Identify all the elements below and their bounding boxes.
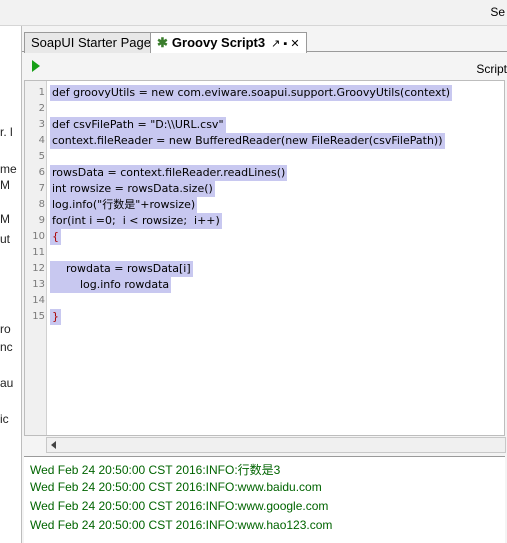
- code-line: 10{: [32, 229, 61, 245]
- tab-controls[interactable]: ↗ ▪ ✕: [271, 38, 299, 50]
- code-text: log.info rowdata: [50, 277, 172, 293]
- editor-tab-bar: SoapUI Starter Page ✱ Groovy Script3 ↗ ▪ ✕: [22, 28, 507, 54]
- code-line: 5: [38, 151, 45, 162]
- navigator-panel: r. l me M M ut ro nc au ic: [0, 26, 22, 543]
- code-line: 13 log.info rowdata: [32, 277, 172, 293]
- code-text: for(int i =0; i < rowsize; i++): [50, 213, 222, 229]
- menu-item-se[interactable]: Se: [490, 5, 505, 19]
- navigator-fragment: au: [0, 376, 14, 390]
- code-line: 7 int rowsize = rowsData.size(): [38, 181, 215, 197]
- navigator-fragment: r. l: [0, 125, 13, 139]
- code-line: 8 log.info("行数是"+rowsize): [38, 197, 198, 213]
- code-text: context.fileReader = new BufferedReader(…: [50, 133, 445, 149]
- code-line: 11: [32, 247, 45, 258]
- navigator-fragment: me: [0, 162, 17, 176]
- scroll-left-icon[interactable]: [51, 441, 56, 449]
- tab-label: SoapUI Starter Page: [31, 35, 151, 50]
- code-text: rowdata = rowsData[i]: [50, 261, 193, 277]
- code-text: int rowsize = rowsData.size(): [50, 181, 215, 197]
- navigator-fragment: ut: [0, 232, 11, 246]
- navigator-fragment: ro: [0, 322, 11, 336]
- code-text: def csvFilePath = "D:\\URL.csv": [50, 117, 226, 133]
- code-line: 6 rowsData = context.fileReader.readLines…: [38, 165, 288, 181]
- script-toolbar: Script: [22, 53, 507, 79]
- groovy-star-icon: ✱: [157, 35, 168, 50]
- navigator-fragment: M: [0, 178, 10, 192]
- log-line: Wed Feb 24 20:50:00 CST 2016:INFO:行数是3: [30, 463, 281, 477]
- tab-soapui-starter-page[interactable]: SoapUI Starter Page: [24, 32, 158, 53]
- groovy-editor-panel: SoapUI Starter Page ✱ Groovy Script3 ↗ ▪ ✕…: [22, 26, 507, 543]
- log-line: Wed Feb 24 20:50:00 CST 2016:INFO:www.ha…: [30, 518, 333, 532]
- tab-groovy-script3[interactable]: ✱ Groovy Script3 ↗ ▪ ✕: [150, 32, 307, 54]
- code-line: 9 for(int i =0; i < rowsize; i++): [38, 213, 222, 229]
- code-line: 4 context.fileReader = new BufferedReader…: [38, 133, 445, 149]
- log-line: Wed Feb 24 20:50:00 CST 2016:INFO:www.ba…: [30, 480, 322, 494]
- code-text: rowsData = context.fileReader.readLines(…: [50, 165, 288, 181]
- script-label: Script: [476, 62, 507, 76]
- code-line: 12 rowdata = rowsData[i]: [32, 261, 193, 277]
- play-icon[interactable]: [32, 60, 40, 72]
- code-line: 14: [32, 295, 45, 306]
- code-text: def groovyUtils = new com.eviware.soapui…: [50, 85, 453, 101]
- tab-label: Groovy Script3: [171, 35, 266, 50]
- code-line: 15}: [32, 309, 61, 325]
- code-line: 3 def csvFilePath = "D:\\URL.csv": [38, 117, 226, 133]
- horizontal-scrollbar[interactable]: [46, 437, 506, 453]
- code-editor[interactable]: 1 def groovyUtils = new com.eviware.soapu…: [24, 80, 505, 436]
- code-line: 2: [38, 103, 45, 114]
- code-text: {: [50, 229, 61, 245]
- navigator-fragment: nc: [0, 340, 13, 354]
- log-output-panel: Wed Feb 24 20:50:00 CST 2016:INFO:行数是3 W…: [24, 456, 505, 543]
- navigator-fragment: ic: [0, 412, 9, 426]
- code-line: 1 def groovyUtils = new com.eviware.soapu…: [38, 85, 453, 101]
- top-menu-bar: Se: [0, 0, 507, 26]
- log-line: Wed Feb 24 20:50:00 CST 2016:INFO:www.go…: [30, 499, 329, 513]
- code-text: }: [50, 309, 61, 325]
- code-text: log.info("行数是"+rowsize): [50, 197, 198, 213]
- navigator-fragment: M: [0, 212, 10, 226]
